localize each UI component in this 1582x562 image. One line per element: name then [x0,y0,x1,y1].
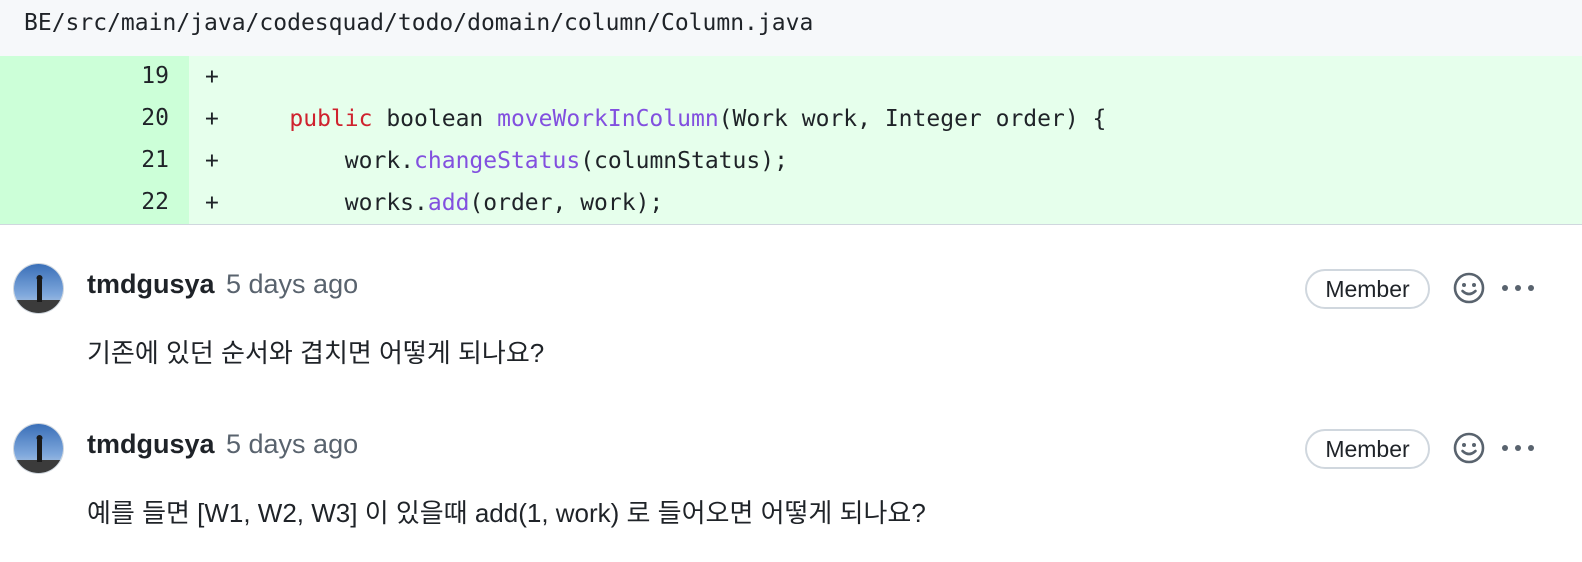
code-keyword: public [289,106,373,132]
kebab-horizontal-icon[interactable] [1500,278,1536,298]
avatar[interactable] [13,423,64,474]
code-function: changeStatus [414,148,581,174]
code-token: boolean [372,106,498,132]
avatar[interactable] [13,263,64,314]
code-line: + [189,56,1582,98]
smiley-icon[interactable] [1452,431,1486,465]
review-comment: tmdgusya 5 days ago Member 기존에 있던 순서와 겹치… [0,225,1582,385]
code-token: work. [344,148,415,174]
diff-line: 20 + public boolean moveWorkInColumn(Work… [0,98,1582,140]
code-function: add [427,190,470,216]
file-path-header: BE/src/main/java/codesquad/todo/domain/c… [0,0,1582,56]
code-token: (order, work); [469,190,664,216]
comment-body: 예를 들면 [W1, W2, W3] 이 있을때 add(1, work) 로 … [87,498,926,528]
addition-marker: + [205,106,219,132]
line-number[interactable]: 20 [0,98,189,140]
code-text: works.add(order, work); [234,182,664,224]
code-text: work.changeStatus(columnStatus); [234,140,788,182]
line-number[interactable]: 22 [0,182,189,224]
addition-marker: + [205,190,219,216]
diff-line: 19 + [0,56,1582,98]
member-badge: Member [1305,269,1430,309]
code-token: (columnStatus); [580,148,788,174]
code-token: works. [344,190,428,216]
code-line: + work.changeStatus(columnStatus); [189,140,1582,182]
review-comment: tmdgusya 5 days ago Member 예를 들면 [W1, W2… [0,385,1582,562]
diff-table: 19 +20 + public boolean moveWorkInColumn(W… [0,56,1582,224]
code-function: moveWorkInColumn [497,106,719,132]
comment-author[interactable]: tmdgusya [87,429,215,460]
smiley-icon[interactable] [1452,271,1486,305]
code-token: (Work work, Integer order) { [718,106,1107,132]
line-number[interactable]: 19 [0,56,189,98]
file-path: BE/src/main/java/codesquad/todo/domain/c… [24,10,814,36]
code-line: + public boolean moveWorkInColumn(Work w… [189,98,1582,140]
comment-timestamp[interactable]: 5 days ago [226,429,358,460]
line-number[interactable]: 21 [0,140,189,182]
diff-line: 22 + works.add(order, work); [0,182,1582,224]
kebab-horizontal-icon[interactable] [1500,438,1536,458]
code-text: public boolean moveWorkInColumn(Work wor… [234,98,1106,140]
comment-author[interactable]: tmdgusya [87,269,215,300]
diff-line: 21 + work.changeStatus(columnStatus); [0,140,1582,182]
comment-body: 기존에 있던 순서와 겹치면 어떻게 되나요? [87,338,545,368]
addition-marker: + [205,64,219,90]
member-badge: Member [1305,429,1430,469]
code-line: + works.add(order, work); [189,182,1582,224]
addition-marker: + [205,148,219,174]
comment-timestamp[interactable]: 5 days ago [226,269,358,300]
